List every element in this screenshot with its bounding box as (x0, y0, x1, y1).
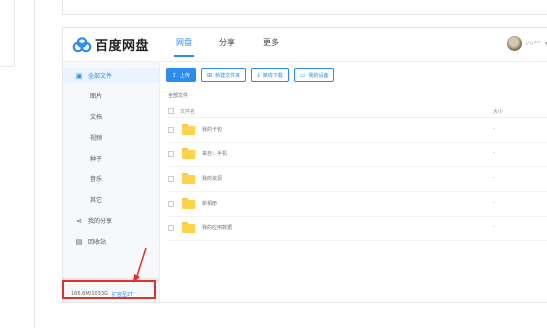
table-row[interactable]: 新相册 - (168, 192, 547, 217)
folder-icon (182, 173, 195, 184)
storage-highlight-box (62, 280, 156, 299)
row-checkbox[interactable] (168, 127, 174, 133)
file-size: - (493, 200, 495, 206)
table-row[interactable]: 我的应用数据 - (168, 216, 547, 241)
row-checkbox[interactable] (168, 225, 174, 231)
trash-icon: ▤ (75, 237, 83, 246)
device-icon: ▭ (299, 71, 306, 79)
sidebar-item-my-shares[interactable]: ⋖ 我的分享 (63, 213, 159, 228)
offline-download-label: 离线下载 (262, 72, 283, 79)
my-devices-label: 我的设备 (308, 72, 329, 79)
select-all-checkbox[interactable] (168, 108, 174, 114)
folder-icon (182, 222, 195, 233)
table-row[interactable]: 我的资源 - (168, 167, 547, 192)
sidebar-item-all-files[interactable]: ▣ 全部文件 (63, 68, 159, 83)
username: vn** (525, 40, 541, 47)
tab-netdisk[interactable]: 网盘 (174, 37, 194, 57)
file-name[interactable]: 我的资源 (202, 175, 222, 182)
file-icon: ▣ (75, 71, 83, 80)
file-name[interactable]: 来自：手机 (202, 150, 227, 157)
tab-share[interactable]: 分享 (219, 37, 235, 48)
offline-download-button[interactable]: ⤓ 离线下载 (251, 68, 289, 82)
toolbar: ⇪ 上传 ⊞ 新建文件夹 ⤓ 离线下载 ▭ 我的设备 (166, 68, 339, 82)
download-icon: ⤓ (257, 71, 260, 78)
file-size: - (493, 150, 495, 156)
upload-label: 上传 (180, 72, 191, 79)
tab-more[interactable]: 更多 (263, 37, 279, 48)
table-header: 文件名 大小 (168, 105, 547, 118)
sidebar-item-label: 全部文件 (88, 73, 113, 80)
new-folder-icon: ⊞ (207, 71, 213, 79)
sidebar-item-recycle-bin[interactable]: ▤ 回收站 (63, 234, 159, 249)
table-row[interactable]: 我的卡包 - (168, 118, 547, 143)
column-header-size[interactable]: 大小 (493, 108, 503, 115)
background-panel-left (0, 0, 15, 67)
row-checkbox[interactable] (168, 201, 174, 207)
folder-icon (182, 198, 195, 209)
sidebar-item-label: 回收站 (88, 239, 107, 246)
upload-icon: ⇪ (172, 71, 178, 79)
background-card-top (62, 0, 547, 15)
user-menu[interactable]: vn** ▾ (506, 36, 547, 51)
top-header: 百度网盘 网盘 分享 更多 vn** ▾ (63, 28, 547, 62)
breadcrumb[interactable]: 全部文件 (168, 92, 188, 99)
folder-icon (182, 148, 195, 159)
share-icon: ⋖ (76, 216, 82, 225)
new-folder-button[interactable]: ⊞ 新建文件夹 (201, 68, 247, 82)
upload-button[interactable]: ⇪ 上传 (166, 68, 197, 82)
file-name[interactable]: 新相册 (202, 200, 217, 207)
table-row[interactable]: 来自：手机 - (168, 142, 547, 167)
logo-text: 百度网盘 (95, 39, 150, 54)
logo[interactable]: 百度网盘 (72, 35, 149, 54)
baidu-cloud-logo-icon (72, 36, 92, 52)
file-size: - (493, 126, 495, 132)
file-list-area: ⇪ 上传 ⊞ 新建文件夹 ⤓ 离线下载 ▭ 我的设备 全部文件 文件名 大小 我… (160, 62, 547, 302)
divider-line (34, 0, 35, 328)
file-name[interactable]: 我的应用数据 (202, 224, 232, 231)
folder-icon (182, 124, 195, 135)
column-header-name[interactable]: 文件名 (180, 108, 195, 115)
sidebar-item-label: 我的分享 (88, 218, 113, 225)
sidebar: ▣ 全部文件 图片 文档 视频 种子 音乐 其它 ⋖ 我的分享 ▤ 回收站 16… (63, 62, 160, 302)
file-size: - (493, 224, 495, 230)
file-name[interactable]: 我的卡包 (202, 126, 222, 133)
row-checkbox[interactable] (168, 151, 174, 157)
new-folder-label: 新建文件夹 (215, 72, 241, 79)
my-devices-button[interactable]: ▭ 我的设备 (293, 68, 335, 82)
avatar[interactable] (506, 36, 522, 51)
row-checkbox[interactable] (168, 176, 174, 182)
baidu-netdisk-window: 百度网盘 网盘 分享 更多 vn** ▾ ▣ 全部文件 图片 文档 视频 种子 … (62, 27, 547, 303)
file-size: - (493, 175, 495, 181)
